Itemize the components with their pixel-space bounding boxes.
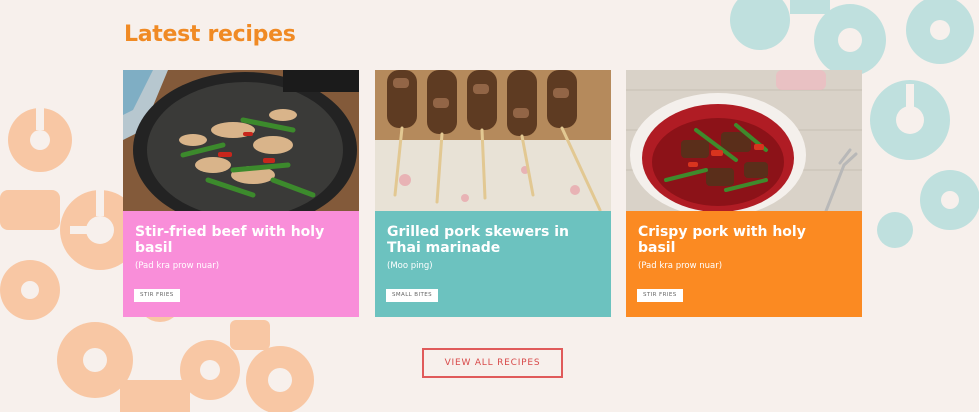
recipe-image-crispy-pork[interactable] <box>626 70 862 211</box>
recipe-card-1[interactable]: Stir-fried beef with holy basil (Pad kra… <box>123 70 359 317</box>
recipe-card-2[interactable]: Grilled pork skewers in Thai marinade (M… <box>375 70 611 317</box>
view-all-recipes-button[interactable]: VIEW ALL RECIPES <box>422 348 563 378</box>
recipe-subtitle: (Pad kra prow nuar) <box>638 261 723 271</box>
section-title: Latest recipes <box>124 22 296 47</box>
category-tag-stir-fries[interactable]: STIR FRIES <box>134 289 180 302</box>
recipe-panel: Stir-fried beef with holy basil (Pad kra… <box>123 211 359 317</box>
recipe-title[interactable]: Stir-fried beef with holy basil <box>135 224 335 256</box>
recipe-subtitle: (Pad kra prow nuar) <box>135 261 220 271</box>
recipe-title[interactable]: Crispy pork with holy basil <box>638 224 838 256</box>
recipe-image-stir-fried-beef[interactable] <box>123 70 359 211</box>
recipe-panel: Grilled pork skewers in Thai marinade (M… <box>375 211 611 317</box>
recipe-title[interactable]: Grilled pork skewers in Thai marinade <box>387 224 587 256</box>
recipe-panel: Crispy pork with holy basil (Pad kra pro… <box>626 211 862 317</box>
recipe-image-pork-skewers[interactable] <box>375 70 611 211</box>
recipe-subtitle: (Moo ping) <box>387 261 433 271</box>
category-tag-stir-fries[interactable]: STIR FRIES <box>637 289 683 302</box>
recipe-card-3[interactable]: Crispy pork with holy basil (Pad kra pro… <box>626 70 862 317</box>
category-tag-small-bites[interactable]: SMALL BITES <box>386 289 438 302</box>
